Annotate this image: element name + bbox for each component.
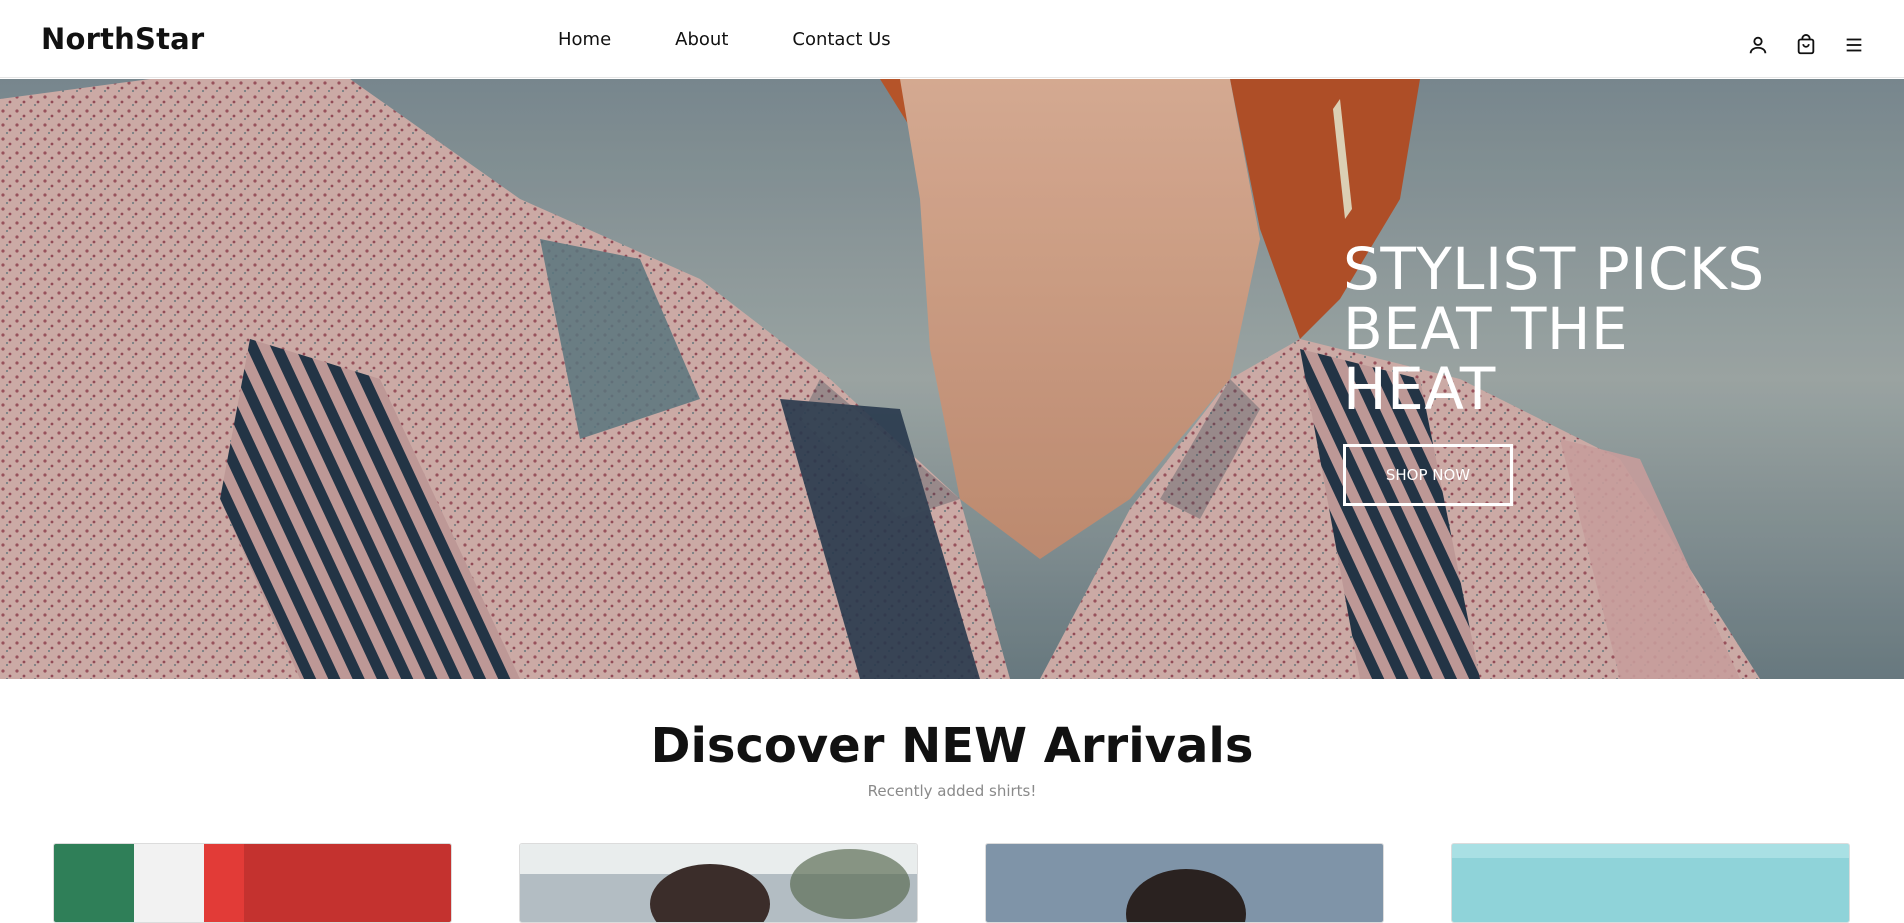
- nav-link-about[interactable]: About: [675, 29, 728, 50]
- shop-now-button[interactable]: SHOP NOW: [1343, 444, 1513, 506]
- menu-icon[interactable]: [1842, 33, 1866, 57]
- main-nav: Home About Contact Us: [558, 29, 955, 50]
- brand-logo[interactable]: NorthStar: [41, 22, 204, 56]
- nav-link-contact[interactable]: Contact Us: [792, 29, 890, 50]
- hero-headline-line-3: HEAT: [1343, 355, 1496, 423]
- product-image: [986, 844, 1383, 922]
- product-card[interactable]: [519, 843, 918, 923]
- product-card[interactable]: [1451, 843, 1850, 923]
- product-card[interactable]: [985, 843, 1384, 923]
- product-card-row: [53, 843, 1853, 923]
- product-image: [1452, 844, 1849, 922]
- product-image: [54, 844, 451, 922]
- user-icon[interactable]: [1746, 33, 1770, 57]
- product-image: [520, 844, 917, 922]
- product-card[interactable]: [53, 843, 452, 923]
- top-navbar: NorthStar Home About Contact Us: [0, 0, 1904, 78]
- nav-link-home[interactable]: Home: [558, 29, 611, 50]
- section-title: Discover NEW Arrivals: [650, 718, 1254, 774]
- shopping-bag-icon[interactable]: [1794, 33, 1818, 57]
- hero-banner: STYLIST PICKS BEAT THE HEAT SHOP NOW: [0, 79, 1904, 679]
- nav-icon-group: [1746, 33, 1866, 57]
- hero-headline-line-1: STYLIST PICKS: [1343, 235, 1765, 303]
- hero-headline-line-2: BEAT THE: [1343, 295, 1629, 363]
- hero-headline: STYLIST PICKS BEAT THE HEAT: [1343, 239, 1765, 419]
- section-subtitle: Recently added shirts!: [867, 782, 1037, 800]
